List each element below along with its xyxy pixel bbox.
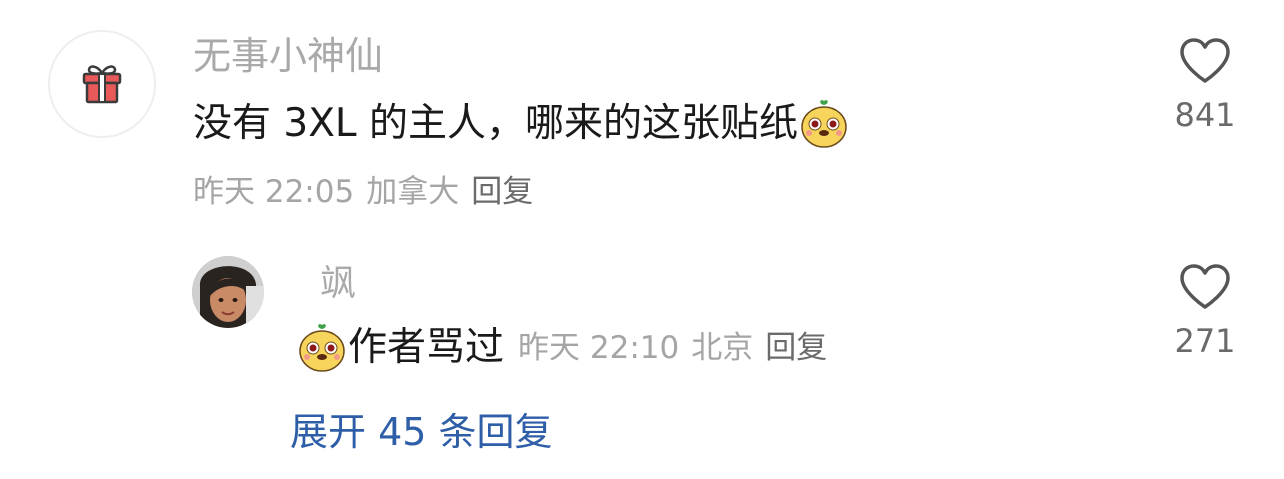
avatar[interactable] <box>192 256 264 328</box>
reply-text: 作者骂过 <box>348 325 505 370</box>
comment-location: 加拿大 <box>366 174 460 210</box>
like-count: 841 <box>1174 96 1236 134</box>
reply-button[interactable]: 回复 <box>765 328 827 368</box>
heart-icon <box>1180 264 1230 309</box>
cartoon-face-sticker-icon <box>299 324 345 372</box>
reply-time: 昨天 22:10 <box>518 330 680 366</box>
reply-username[interactable]: 飒 <box>320 262 356 306</box>
comment-text: 没有 3XL 的主人，哪来的这张贴纸 <box>193 98 850 150</box>
reply-meta: 昨天 22:10 北京 回复 <box>518 328 827 368</box>
comment-meta: 昨天 22:05 加拿大 回复 <box>193 172 533 212</box>
like-button[interactable]: 841 <box>1170 38 1240 134</box>
comment-username[interactable]: 无事小神仙 <box>193 33 383 79</box>
reply-line: 作者骂过 昨天 22:10 北京 回复 <box>296 322 827 374</box>
reply-location: 北京 <box>691 330 754 366</box>
like-count: 271 <box>1174 322 1236 360</box>
cartoon-face-sticker-icon <box>801 100 847 148</box>
reply-button[interactable]: 回复 <box>471 172 533 212</box>
expand-replies-link[interactable]: 展开 45 条回复 <box>290 408 553 456</box>
comment-time: 昨天 22:05 <box>193 174 355 210</box>
like-button[interactable]: 271 <box>1170 264 1240 360</box>
gift-icon <box>82 65 122 104</box>
heart-icon <box>1180 38 1230 83</box>
comment-body: 没有 3XL 的主人，哪来的这张贴纸 <box>193 101 799 146</box>
user-photo-icon <box>192 256 264 328</box>
avatar-gift[interactable] <box>48 30 156 138</box>
